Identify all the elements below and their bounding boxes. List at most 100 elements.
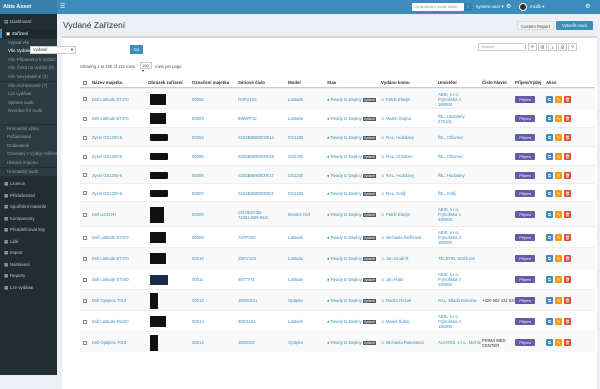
model-link[interactable]: Latitude [288, 256, 303, 261]
assigned-user-link[interactable]: ♙ Patrik Ebeijis [381, 97, 410, 102]
sidebar-item-11[interactable] [0, 115, 57, 125]
assigned-user-link[interactable]: ♙ RAL, Kotlý [381, 191, 406, 196]
print-icon[interactable]: ⎙ [558, 43, 567, 51]
serial-link[interactable]: DSFV1S2 [238, 97, 257, 102]
status-label[interactable]: ● Ready to Deploy Vydané [327, 256, 377, 261]
model-link[interactable]: Monitor Dell [288, 212, 310, 217]
pencil-icon[interactable]: ✎ [555, 276, 562, 283]
sidebar-item-20[interactable]: ▦ Spotřební materiál [0, 202, 57, 211]
checkin-button[interactable]: Příjem [515, 115, 535, 122]
device-image[interactable] [150, 292, 158, 309]
sidebar-item-12[interactable]: Hromadný výdej [0, 124, 57, 134]
clone-icon[interactable]: ⧉ [546, 276, 553, 283]
sidebar-item-6[interactable]: Vše Nevydatelné (2) [0, 72, 57, 82]
sidebar-item-9[interactable]: Splatné audit [0, 98, 57, 108]
filter-icon[interactable]: ⚲ [568, 43, 577, 51]
sidebar-item-16[interactable]: Historie importu [0, 158, 57, 168]
location-link[interactable]: RAL, Mladá Boleslav [438, 298, 477, 303]
status-label[interactable]: ● Ready to Deploy Vydané [327, 298, 377, 303]
clone-icon[interactable]: ⧉ [546, 234, 553, 241]
serial-link[interactable]: 3DE31S1 [238, 319, 256, 324]
serial-link[interactable]: 8W6PF12 [238, 116, 257, 121]
checkin-button[interactable]: Příjem [515, 153, 535, 160]
model-link[interactable]: Latitude [288, 277, 303, 282]
model-link[interactable]: Latitude [288, 97, 303, 102]
bulk-action-select[interactable]: Vydané ▾ [30, 46, 76, 54]
sidebar-item-18[interactable]: ▦ Licence [0, 179, 57, 188]
sidebar-item-17[interactable]: Hromadný audit [0, 167, 57, 177]
column-header[interactable]: Číslo hlavní [482, 80, 507, 85]
row-checkbox[interactable] [83, 277, 87, 282]
device-image[interactable] [150, 253, 166, 264]
model-link[interactable]: Latitude [288, 235, 303, 240]
asset-name-link[interactable]: Dell Latitude E7470 [92, 97, 129, 102]
column-header[interactable]: Označení majetku [192, 80, 229, 85]
assigned-user-link[interactable]: ♙ Radim Rezak [381, 298, 411, 303]
assigned-user-link[interactable]: ♙ Martin Šrajna [381, 116, 411, 121]
clone-icon[interactable]: ⧉ [546, 297, 553, 304]
trash-icon[interactable]: 🗑 [564, 171, 571, 179]
pencil-icon[interactable]: ✎ [555, 189, 562, 197]
model-link[interactable]: Latitude [288, 116, 303, 121]
select-all-checkbox[interactable] [83, 81, 87, 85]
row-checkbox[interactable] [83, 154, 87, 159]
serial-link[interactable]: S192B9090000016 [238, 154, 274, 159]
serial-link[interactable]: S192B9090000017 [238, 173, 274, 178]
assigned-user-link[interactable]: ♙ Marek Šubar [381, 319, 410, 324]
asset-name-link[interactable]: Dell Optiplex 7010 [92, 340, 126, 345]
column-header[interactable]: Vydáno komu [381, 80, 410, 85]
app-brand[interactable]: Abis Asset Mangement [0, 0, 57, 24]
status-label[interactable]: ● Ready to Deploy Vydané [327, 173, 377, 178]
trash-icon[interactable]: 🗑 [564, 95, 571, 103]
location-link[interactable]: ŘÍL, Kotlý [438, 191, 456, 196]
trash-icon[interactable]: 🗑 [564, 234, 571, 241]
clone-icon[interactable]: ⧉ [546, 153, 553, 160]
asset-tag-link[interactable]: 00011 [192, 277, 203, 282]
column-header[interactable]: Obrázek zařízení [148, 80, 183, 85]
sidebar-item-0[interactable]: ▤ Dashboard [0, 17, 57, 26]
device-image[interactable] [150, 232, 166, 243]
settings-gear-icon[interactable]: ⚙ [585, 3, 590, 10]
serial-link[interactable]: 7S7PS02 [238, 235, 256, 240]
serial-link[interactable]: 2DFV1S2 [238, 256, 256, 261]
checkin-button[interactable]: Příjem [515, 339, 535, 346]
asset-name-link[interactable]: Zyxel GS1200-5 [92, 135, 122, 140]
serial-link[interactable]: JDMGS41 [238, 298, 257, 303]
model-link[interactable]: Optiplex [288, 298, 303, 303]
status-label[interactable]: ● Ready to Deploy Vydané [327, 319, 377, 324]
row-checkbox[interactable] [83, 173, 87, 177]
pencil-icon[interactable]: ✎ [555, 115, 562, 122]
sidebar-item-14[interactable]: Dodavatelé [0, 141, 57, 151]
asset-name-link[interactable]: Dell Latitude E7440 [92, 277, 129, 282]
device-image[interactable] [150, 274, 168, 285]
serial-link[interactable]: S192B9090000021 [238, 191, 274, 196]
sidebar-toggle-icon[interactable]: ☰ [60, 3, 65, 10]
column-header[interactable]: Sériové číslo [238, 80, 265, 85]
trash-icon[interactable]: 🗑 [564, 134, 571, 141]
clone-icon[interactable]: ⧉ [546, 171, 553, 179]
asset-name-link[interactable]: Zyxel GS1200-5 [92, 173, 122, 178]
sidebar-item-27[interactable]: ▦ Lze vydávat [0, 283, 57, 292]
sidebar-item-13[interactable]: Požadované [0, 133, 57, 142]
column-header[interactable]: Model [288, 80, 301, 85]
checkin-button[interactable]: Příjem [515, 189, 535, 197]
status-label[interactable]: ● Ready to Deploy Vydané [327, 97, 377, 102]
trash-icon[interactable]: 🗑 [564, 276, 571, 283]
asset-tag-link[interactable]: 00007 [192, 191, 204, 196]
row-checkbox[interactable] [83, 235, 87, 240]
checkin-button[interactable]: Příjem [515, 134, 535, 141]
pencil-icon[interactable]: ✎ [555, 318, 562, 325]
location-link[interactable]: ABIS, s.r.o. Frýnošská 4 180000 [438, 230, 461, 245]
trash-icon[interactable]: 🗑 [564, 153, 571, 160]
row-checkbox[interactable] [83, 340, 87, 345]
asset-tag-link[interactable]: 00003 [192, 116, 204, 121]
system-user-menu[interactable]: system user ▾ [476, 4, 504, 10]
clone-icon[interactable]: ⧉ [546, 134, 553, 141]
assigned-user-link[interactable]: ♙ RAL, Hodolany [381, 173, 414, 178]
location-link[interactable]: ŘÍL, Chlumec [438, 154, 463, 159]
refresh-icon[interactable]: ⟳ [528, 43, 537, 51]
clone-icon[interactable]: ⧉ [546, 255, 553, 262]
checkin-button[interactable]: Příjem [515, 255, 535, 262]
pencil-icon[interactable]: ✎ [555, 95, 562, 103]
status-label[interactable]: ● Ready to Deploy Vydané [327, 277, 377, 282]
